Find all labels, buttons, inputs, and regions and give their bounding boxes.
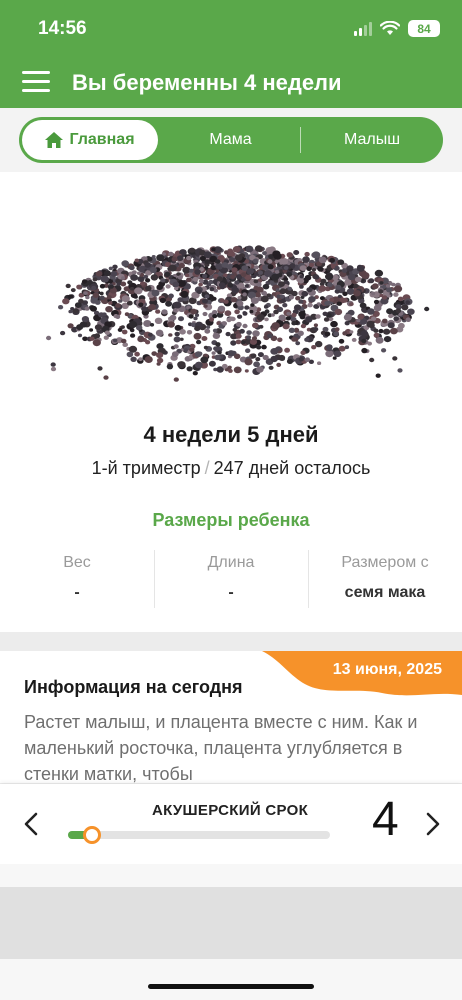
info-title: Информация на сегодня bbox=[24, 677, 243, 697]
tab-home[interactable]: Главная bbox=[22, 120, 158, 160]
term-selector: АКУШЕРСКИЙ СРОК 4 bbox=[0, 784, 462, 864]
battery-icon: 84 bbox=[408, 20, 440, 37]
app-bar: Вы беременны 4 недели bbox=[0, 60, 462, 108]
week-slider[interactable] bbox=[68, 826, 330, 844]
length-stat: Длина - bbox=[154, 548, 308, 610]
size-stats: Вес - Длина - Размером с семя мака bbox=[0, 548, 462, 610]
tab-baby[interactable]: Малыш bbox=[301, 117, 443, 163]
weight-value: - bbox=[74, 584, 80, 601]
slider-thumb[interactable] bbox=[82, 826, 101, 844]
info-text: Растет малыш, и плацента вместе с ним. К… bbox=[24, 712, 418, 783]
status-icons: 84 bbox=[354, 20, 440, 37]
poppy-seeds-image bbox=[46, 245, 430, 382]
trimester-text: 1-й триместр bbox=[91, 458, 201, 478]
wifi-icon bbox=[380, 21, 400, 35]
size-compare-label: Размером с bbox=[341, 554, 429, 571]
tab-home-label: Главная bbox=[69, 131, 135, 148]
week-subtitle: 1-й триместр/247 дней осталось bbox=[0, 458, 462, 479]
size-compare-value: семя мака bbox=[344, 584, 426, 601]
length-label: Длина bbox=[207, 554, 255, 571]
week-title: 4 недели 5 дней bbox=[143, 422, 319, 447]
chevron-left-icon[interactable] bbox=[20, 810, 44, 838]
home-icon bbox=[45, 132, 64, 148]
days-left-text: 247 дней осталось bbox=[213, 458, 371, 478]
content-placeholder bbox=[0, 887, 462, 959]
daily-info-card[interactable]: 13 июня, 2025 Информация на сегодня Раст… bbox=[0, 651, 462, 783]
bottom-area bbox=[0, 864, 462, 1000]
week-number: 4 bbox=[372, 793, 399, 846]
weight-label: Вес bbox=[63, 554, 91, 571]
status-time: 14:56 bbox=[38, 18, 87, 39]
segmented-tabs: Главная Мама Малыш bbox=[19, 117, 443, 163]
tabs-bar: Главная Мама Малыш bbox=[0, 108, 462, 172]
tab-mama-label: Мама bbox=[209, 131, 252, 148]
tab-baby-label: Малыш bbox=[343, 131, 401, 148]
status-bar: 14:56 84 bbox=[0, 0, 462, 60]
menu-icon[interactable] bbox=[22, 70, 50, 94]
chevron-right-icon[interactable] bbox=[420, 810, 444, 838]
home-indicator bbox=[148, 984, 314, 989]
page-title: Вы беременны 4 недели bbox=[72, 70, 342, 95]
size-compare-stat: Размером с семя мака bbox=[308, 548, 462, 610]
term-label: АКУШЕРСКИЙ СРОК bbox=[151, 802, 309, 819]
weight-stat: Вес - bbox=[0, 548, 154, 610]
tab-mama[interactable]: Мама bbox=[161, 117, 300, 163]
baby-sizes-heading: Размеры ребенка bbox=[152, 510, 310, 530]
week-overview: 4 недели 5 дней 1-й триместр/247 дней ос… bbox=[0, 172, 462, 632]
length-value: - bbox=[228, 584, 234, 601]
signal-icon bbox=[354, 21, 372, 36]
info-date: 13 июня, 2025 bbox=[332, 661, 442, 678]
subtitle-separator: / bbox=[204, 458, 210, 478]
